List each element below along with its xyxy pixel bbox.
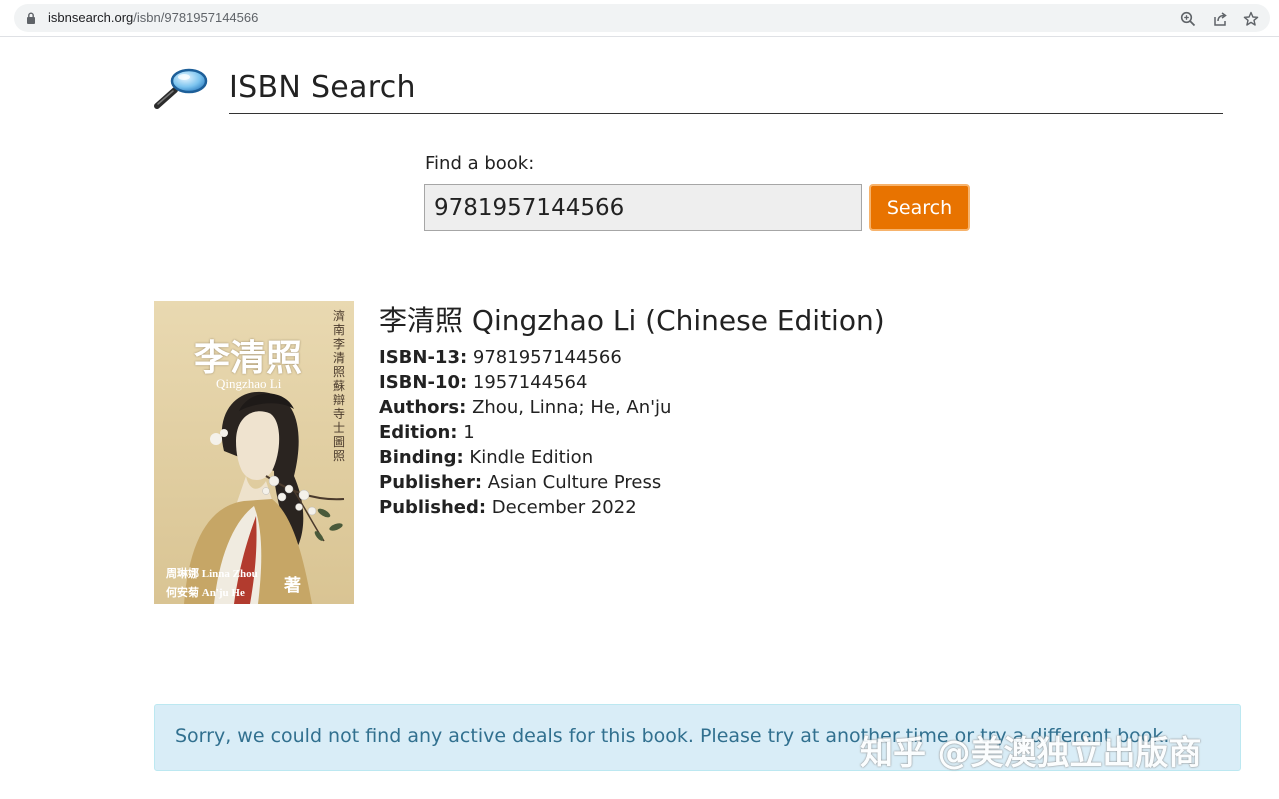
detail-publisher: Publisher: Asian Culture Press bbox=[379, 470, 671, 495]
cover-zhu: 著 bbox=[284, 576, 301, 596]
zoom-icon[interactable] bbox=[1180, 11, 1196, 27]
cover-title-en: Qingzhao Li bbox=[216, 376, 282, 391]
detail-key: ISBN-10: bbox=[379, 372, 468, 393]
cover-authors-line1: 周琳娜 Linna Zhou bbox=[166, 568, 258, 580]
detail-key: Binding: bbox=[379, 447, 464, 468]
share-icon[interactable] bbox=[1212, 11, 1228, 27]
detail-value: 1 bbox=[463, 422, 475, 443]
search-button[interactable]: Search bbox=[869, 184, 970, 231]
site-title[interactable]: ISBN Search bbox=[229, 70, 416, 105]
detail-key: ISBN-13: bbox=[379, 347, 468, 368]
url-path: /isbn/9781957144566 bbox=[133, 10, 259, 25]
title-divider bbox=[229, 113, 1223, 114]
book-title: 李清照 Qingzhao Li (Chinese Edition) bbox=[379, 304, 885, 337]
url-text[interactable]: isbnsearch.org/isbn/9781957144566 bbox=[48, 10, 258, 25]
detail-authors: Authors: Zhou, Linna; He, An'ju bbox=[379, 395, 671, 420]
detail-isbn13: ISBN-13: 9781957144566 bbox=[379, 345, 671, 370]
detail-key: Published: bbox=[379, 497, 487, 518]
isbn-search-input[interactable] bbox=[424, 184, 862, 231]
watermark: 知乎 @美澳独立出版商 bbox=[860, 733, 1202, 772]
detail-value: Kindle Edition bbox=[469, 447, 594, 468]
magnifying-glass-logo-icon[interactable] bbox=[153, 66, 211, 112]
book-details: ISBN-13: 9781957144566 ISBN-10: 19571445… bbox=[379, 345, 671, 520]
star-icon[interactable] bbox=[1243, 11, 1259, 27]
detail-key: Publisher: bbox=[379, 472, 483, 493]
lock-icon bbox=[27, 12, 35, 24]
detail-key: Authors: bbox=[379, 397, 467, 418]
book-cover-image: 李清照 Qingzhao Li 濟南李清照蘇辯寺士圖照 周琳娜 Linna Zh… bbox=[154, 301, 354, 604]
search-label: Find a book: bbox=[425, 153, 535, 174]
detail-key: Edition: bbox=[379, 422, 458, 443]
cover-title-cn: 李清照 bbox=[194, 337, 303, 379]
browser-toolbar: isbnsearch.org/isbn/9781957144566 bbox=[0, 0, 1279, 37]
detail-isbn10: ISBN-10: 1957144564 bbox=[379, 370, 671, 395]
cover-authors-line2: 何安菊 An'ju He bbox=[166, 587, 245, 599]
cover-vertical-text: 濟南李清照蘇辯寺士圖照 bbox=[333, 309, 346, 463]
detail-value: Zhou, Linna; He, An'ju bbox=[472, 397, 672, 418]
detail-value: Asian Culture Press bbox=[487, 472, 662, 493]
detail-binding: Binding: Kindle Edition bbox=[379, 445, 671, 470]
detail-value: 9781957144566 bbox=[472, 347, 622, 368]
address-bar[interactable]: isbnsearch.org/isbn/9781957144566 bbox=[14, 4, 1270, 32]
detail-published: Published: December 2022 bbox=[379, 495, 671, 520]
detail-value: December 2022 bbox=[491, 497, 637, 518]
url-domain: isbnsearch.org bbox=[48, 10, 134, 25]
detail-value: 1957144564 bbox=[472, 372, 588, 393]
detail-edition: Edition: 1 bbox=[379, 420, 671, 445]
